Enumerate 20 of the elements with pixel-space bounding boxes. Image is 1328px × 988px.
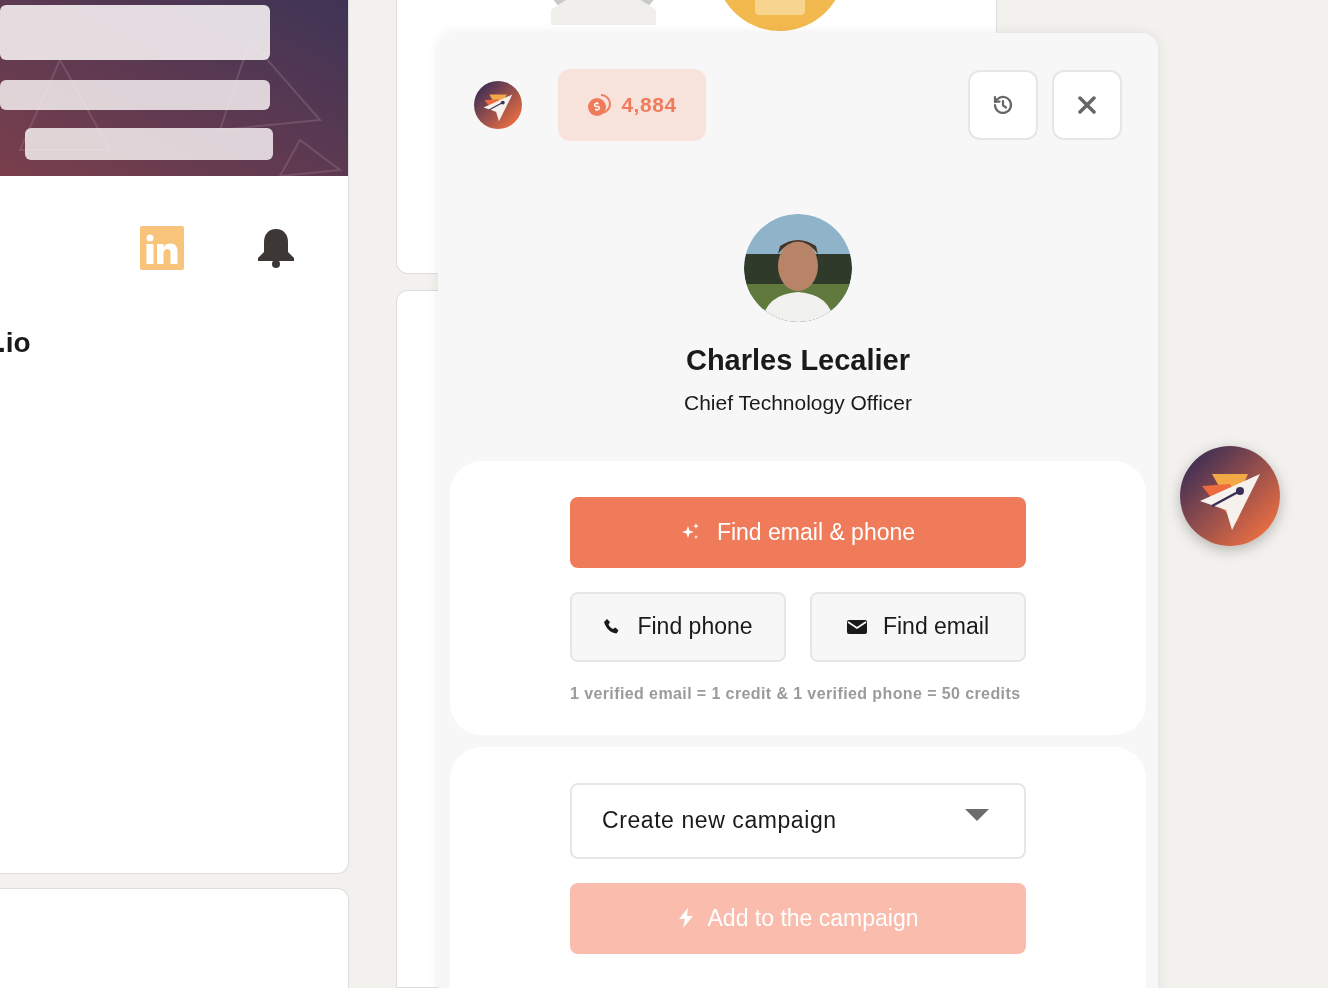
find-phone-button[interactable]: Find phone <box>570 591 786 662</box>
lightning-icon <box>677 908 694 928</box>
logo-icon[interactable] <box>474 81 522 129</box>
envelope-icon <box>846 619 867 634</box>
bell-icon[interactable] <box>256 227 296 269</box>
phone-icon <box>603 617 622 636</box>
history-icon <box>991 93 1015 117</box>
profile-name: Charles Lecalier <box>685 343 911 378</box>
coin-icon <box>587 92 614 118</box>
caret-icon <box>964 807 990 822</box>
campaign-select[interactable]: Create new campaign <box>570 782 1026 859</box>
close-button[interactable] <box>1052 70 1122 140</box>
logo-button[interactable] <box>1180 446 1280 546</box>
history-button[interactable] <box>968 70 1038 140</box>
find-email-button[interactable]: Find email <box>810 591 1026 662</box>
credit-cost-note: 1 verified email = 1 credit & 1 verified phone = 50 credits <box>570 683 1022 704</box>
close-icon <box>1078 96 1096 114</box>
profile-job-title: Chief Technology Officer <box>684 390 912 417</box>
credits-count: 4,884 <box>621 92 677 119</box>
profile-text: .io <box>0 327 31 358</box>
